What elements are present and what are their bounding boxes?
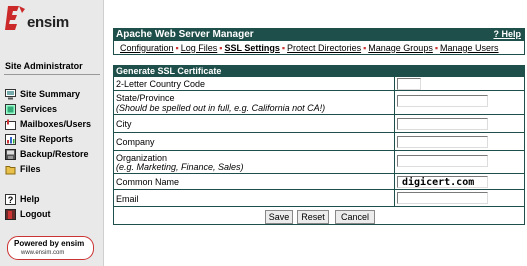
state-label: State/Province [116, 93, 175, 103]
tab-log-files[interactable]: Log Files [181, 43, 218, 53]
form-buttons: Save Reset Cancel [114, 210, 524, 224]
row-divider [394, 151, 395, 173]
ssl-certificate-form: 2-Letter Country Code State/Province (Sh… [113, 77, 525, 225]
logo-text: ensim [27, 14, 69, 31]
mailbox-icon [5, 119, 16, 130]
sidebar-item-backup-restore[interactable]: Backup/Restore [5, 148, 89, 160]
email-input[interactable] [397, 192, 488, 204]
svg-text:?: ? [8, 195, 14, 205]
tab-manage-users[interactable]: Manage Users [440, 43, 499, 53]
sidebar-divider [4, 74, 100, 75]
sidebar-item-services[interactable]: Services [5, 103, 57, 115]
reports-icon [5, 133, 16, 145]
row-divider [394, 190, 395, 206]
sidebar-item-mailboxes[interactable]: Mailboxes/Users [5, 118, 91, 130]
row-divider [394, 91, 395, 114]
page-title: Apache Web Server Manager [116, 29, 254, 40]
powered-by-url: www.ensim.com [21, 250, 65, 256]
city-input[interactable] [397, 118, 488, 130]
form-title: Generate SSL Certificate [113, 65, 525, 77]
organization-hint: (e.g. Marketing, Finance, Sales) [116, 162, 244, 172]
help-link[interactable]: ? Help [493, 28, 521, 41]
state-hint: (Should be spelled out in full, e.g. Cal… [116, 103, 326, 113]
files-icon [5, 164, 16, 175]
form-row-common-name: Common Name [114, 174, 524, 190]
country-label: 2-Letter Country Code [116, 79, 206, 89]
monitor-icon [5, 88, 16, 100]
tab-separator: ▪ [363, 42, 367, 53]
cancel-button[interactable]: Cancel [335, 210, 375, 224]
tab-configuration[interactable]: Configuration [120, 43, 174, 53]
sidebar-item-label: Backup/Restore [20, 149, 89, 159]
sidebar-item-site-summary[interactable]: Site Summary [5, 88, 80, 100]
sidebar-item-label: Site Reports [20, 134, 74, 144]
row-divider [394, 115, 395, 132]
logout-icon [5, 208, 16, 220]
sidebar-title: Site Administrator [5, 61, 83, 71]
sidebar-item-label: Services [20, 104, 58, 114]
reset-button[interactable]: Reset [297, 210, 329, 224]
tab-manage-groups[interactable]: Manage Groups [368, 43, 433, 53]
tab-separator: ▪ [434, 42, 439, 53]
common-name-label: Common Name [116, 177, 180, 187]
sidebar-item-label: Files [20, 164, 41, 174]
sidebar-item-files[interactable]: Files [5, 163, 41, 175]
state-input[interactable] [397, 95, 488, 107]
row-divider [394, 133, 395, 150]
sidebar-item-label: Mailboxes/Users [20, 119, 92, 129]
backup-icon [5, 148, 16, 160]
ensim-logo[interactable]: ensim [3, 4, 103, 38]
services-icon [5, 103, 16, 115]
sidebar-item-label: Logout [20, 209, 51, 219]
tab-separator: ▪ [219, 42, 223, 53]
sidebar: ensim Site Administrator Site Summary Se… [0, 0, 104, 266]
save-button[interactable]: Save [265, 210, 293, 224]
tab-bar: Configuration ▪ Log Files ▪ SSL Settings… [113, 41, 525, 55]
tab-separator: ▪ [281, 42, 286, 53]
tab-separator: ▪ [175, 42, 179, 53]
sidebar-item-site-reports[interactable]: Site Reports [5, 133, 73, 145]
sidebar-item-logout[interactable]: Logout [5, 208, 51, 220]
sidebar-item-help[interactable]: ? Help [5, 193, 40, 205]
tab-ssl-settings[interactable]: SSL Settings [224, 43, 279, 53]
powered-by-text: Powered by ensim [14, 239, 85, 248]
country-code-input[interactable] [397, 78, 421, 90]
form-row-email: Email [114, 190, 524, 207]
sidebar-item-label: Help [20, 194, 40, 204]
ensim-logo-mark-icon [5, 6, 25, 30]
organization-input[interactable] [397, 155, 488, 167]
page-header: Apache Web Server Manager ? Help [113, 28, 525, 41]
row-divider [394, 77, 395, 90]
powered-by-badge[interactable]: Powered by ensim www.ensim.com [7, 236, 94, 260]
form-row-city: City [114, 115, 524, 133]
sidebar-item-label: Site Summary [20, 89, 81, 99]
company-input[interactable] [397, 136, 488, 148]
company-label: Company [116, 137, 155, 147]
row-divider [394, 174, 395, 189]
city-label: City [116, 119, 132, 129]
form-row-organization: Organization (e.g. Marketing, Finance, S… [114, 151, 524, 174]
form-row-company: Company [114, 133, 524, 151]
common-name-input[interactable] [397, 176, 488, 188]
form-row-country: 2-Letter Country Code [114, 77, 524, 91]
help-icon: ? [5, 193, 16, 205]
tab-protect-directories[interactable]: Protect Directories [287, 43, 361, 53]
email-label: Email [116, 194, 139, 204]
form-row-state: State/Province (Should be spelled out in… [114, 91, 524, 115]
